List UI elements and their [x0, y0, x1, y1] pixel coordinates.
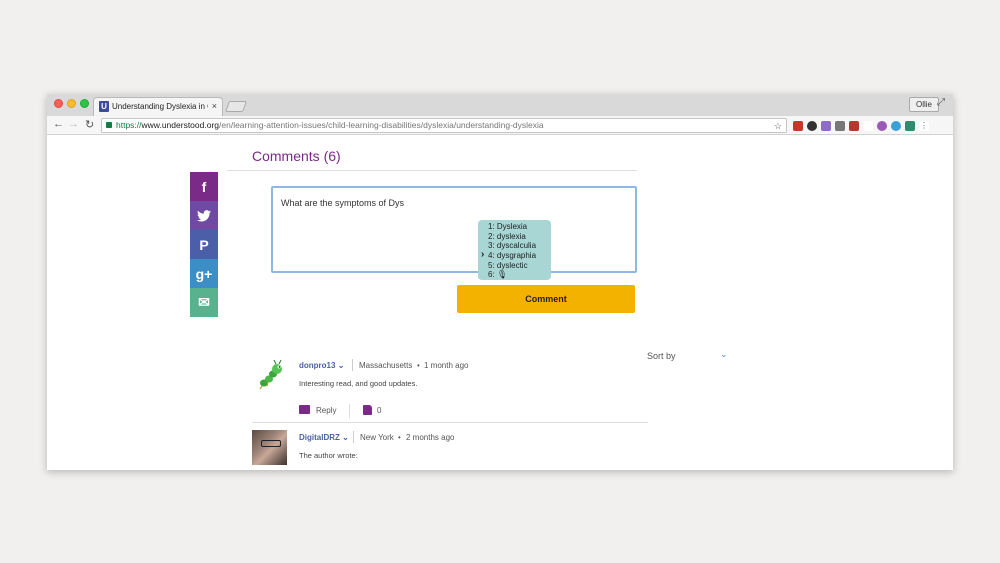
- comment-location: New York: [360, 433, 394, 442]
- reload-icon[interactable]: ↻: [85, 118, 94, 131]
- suggestion-item[interactable]: 1: Dyslexia: [488, 222, 551, 232]
- comment-time: 1 month ago: [424, 361, 469, 370]
- google-plus-icon[interactable]: g+: [190, 259, 218, 288]
- suggestion-item[interactable]: 3: dyscalculia: [488, 241, 551, 251]
- lock-icon: [106, 122, 112, 128]
- comment-dot: •: [417, 361, 420, 370]
- comments-heading: Comments (6): [252, 148, 341, 164]
- suggestion-item-selected[interactable]: 4: dysgraphia: [481, 250, 551, 261]
- sort-by-label[interactable]: Sort by: [647, 351, 676, 361]
- email-icon[interactable]: ✉: [190, 288, 218, 317]
- extension-icon[interactable]: [821, 120, 831, 131]
- tab-bar: U Understanding Dyslexia in Chi × Ollie …: [47, 94, 953, 116]
- divider: [227, 170, 637, 171]
- browser-toolbar: ← → ↻ https://www.understood.org/en/lear…: [47, 116, 953, 135]
- tab-understanding-dyslexia[interactable]: U Understanding Dyslexia in Chi ×: [93, 97, 223, 116]
- extension-icon[interactable]: [863, 120, 873, 131]
- caterpillar-avatar: [259, 359, 282, 390]
- comment-body: The author wrote:: [299, 451, 358, 460]
- bookmark-star-icon[interactable]: ☆: [774, 120, 782, 132]
- comment-item: DigitalDRZ ⌄ New York • 2 months ago The…: [252, 428, 648, 470]
- tab-title: Understanding Dyslexia in Chi: [112, 102, 208, 111]
- extension-icon[interactable]: [891, 120, 901, 131]
- comment-button[interactable]: Comment: [457, 285, 635, 313]
- pinterest-icon[interactable]: P: [190, 230, 218, 259]
- fullscreen-icon[interactable]: ⤢: [937, 97, 945, 108]
- extension-icon[interactable]: [877, 120, 887, 131]
- address-bar[interactable]: https://www.understood.org/en/learning-a…: [101, 118, 787, 133]
- understood-favicon-icon: U: [99, 101, 109, 112]
- extension-icon[interactable]: [793, 120, 803, 131]
- comment-actions: Reply 0: [299, 404, 499, 418]
- back-icon[interactable]: ←: [53, 118, 64, 130]
- extension-icon[interactable]: [807, 120, 817, 131]
- url-text: https://www.understood.org/en/learning-a…: [116, 120, 544, 130]
- close-window-button[interactable]: [54, 99, 63, 108]
- comment-author[interactable]: donpro13 ⌄: [299, 361, 344, 370]
- extension-icon[interactable]: [849, 120, 859, 131]
- forward-icon[interactable]: →: [68, 118, 79, 130]
- facebook-icon[interactable]: f: [190, 172, 218, 201]
- divider: [349, 404, 350, 418]
- reply-icon[interactable]: [299, 405, 310, 414]
- comment-textarea[interactable]: What are the symptoms of Dys: [271, 186, 637, 273]
- page-content: Comments (6) f P g+ ✉ What are the sympt…: [47, 136, 953, 470]
- chevron-down-icon[interactable]: ⌄: [720, 349, 728, 360]
- extension-icon[interactable]: [835, 120, 845, 131]
- minimize-window-button[interactable]: [67, 99, 76, 108]
- share-bar: f P g+ ✉: [190, 172, 218, 317]
- divider: [353, 431, 354, 443]
- new-tab-button[interactable]: [224, 101, 248, 112]
- comment-body: Interesting read, and good updates.: [299, 379, 418, 388]
- chevron-down-icon[interactable]: ⌄: [342, 433, 349, 442]
- maximize-window-button[interactable]: [80, 99, 89, 108]
- suggestion-item-microphone[interactable]: 6: 🎙: [488, 270, 551, 280]
- divider: [252, 422, 648, 423]
- comment-time: 2 months ago: [406, 433, 455, 442]
- extension-icon[interactable]: [905, 120, 915, 131]
- tab-close-icon[interactable]: ×: [212, 101, 217, 111]
- like-count: 0: [377, 406, 382, 415]
- comment-dot: •: [398, 433, 401, 442]
- more-menu-icon[interactable]: ⋮: [919, 120, 929, 131]
- chevron-down-icon[interactable]: ⌄: [338, 361, 345, 370]
- comment-author[interactable]: DigitalDRZ ⌄: [299, 433, 349, 442]
- comment-location: Massachusetts: [359, 361, 413, 370]
- suggestion-item[interactable]: 2: dyslexia: [488, 232, 551, 242]
- thumbs-up-icon[interactable]: [363, 405, 372, 415]
- twitter-icon[interactable]: [190, 201, 218, 230]
- suggestion-item[interactable]: 5: dyslectic: [488, 261, 551, 271]
- dictation-suggestions-popup: 1: Dyslexia 2: dyslexia 3: dyscalculia 4…: [478, 220, 551, 280]
- divider: [352, 359, 353, 371]
- comment-input-value: What are the symptoms of Dys: [281, 198, 405, 208]
- user-photo-avatar: [252, 430, 287, 465]
- extension-icons: ⋮: [793, 119, 949, 132]
- profile-button[interactable]: Ollie: [909, 97, 940, 112]
- reply-button[interactable]: Reply: [316, 406, 336, 415]
- browser-window: U Understanding Dyslexia in Chi × Ollie …: [47, 94, 953, 470]
